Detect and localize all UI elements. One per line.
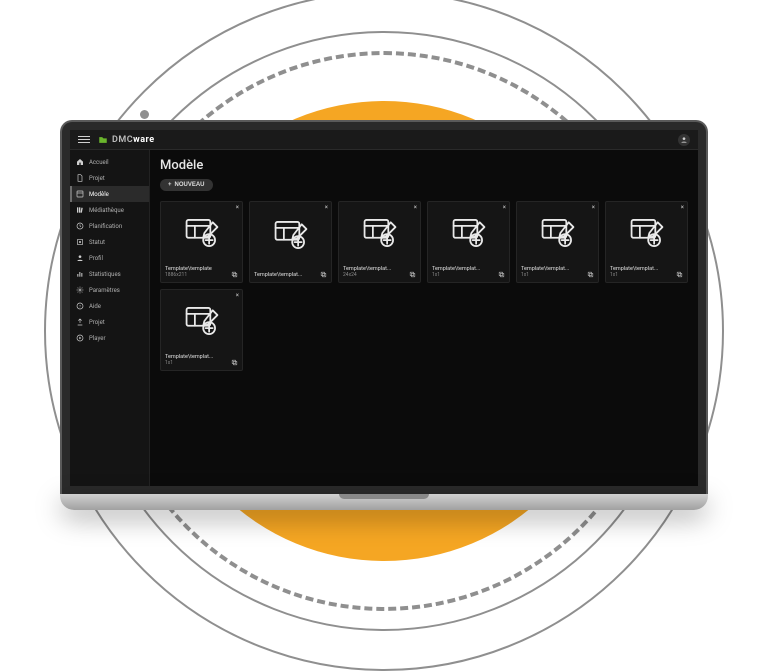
help-icon: ? — [76, 302, 84, 310]
user-icon — [76, 254, 84, 262]
sidebar-item-aide[interactable]: ? Aide — [70, 298, 149, 314]
library-icon — [76, 206, 84, 214]
new-button-label: NOUVEAU — [175, 182, 205, 188]
sidebar-item-statut[interactable]: Statut — [70, 234, 149, 250]
template-dimensions: 24x24 — [343, 272, 406, 278]
copy-icon[interactable] — [320, 271, 327, 278]
template-dimensions: 1886x211 — [165, 272, 228, 278]
plus-icon: + — [168, 182, 172, 188]
home-icon — [76, 158, 84, 166]
template-thumb — [339, 202, 420, 263]
template-thumb — [161, 290, 242, 351]
sidebar-item-profil[interactable]: Profil — [70, 250, 149, 266]
sidebar-label: Statistiques — [89, 271, 121, 278]
gear-icon — [76, 286, 84, 294]
sidebar-item-planification[interactable]: Planification — [70, 218, 149, 234]
topbar: DMCware — [70, 130, 698, 150]
sidebar-item-mediatheque[interactable]: Médiathèque — [70, 202, 149, 218]
close-icon[interactable]: × — [681, 204, 684, 211]
sidebar-label: Profil — [89, 255, 103, 262]
copy-icon[interactable] — [676, 271, 683, 278]
sidebar-label: Player — [89, 335, 105, 342]
close-icon[interactable]: × — [236, 204, 239, 211]
template-icon — [76, 190, 84, 198]
template-thumb — [606, 202, 687, 263]
copy-icon[interactable] — [409, 271, 416, 278]
sidebar-item-modele[interactable]: Modèle — [70, 186, 149, 202]
play-icon — [76, 334, 84, 342]
laptop-frame: DMCware Accueil Projet — [60, 120, 708, 510]
sidebar-label: Aide — [89, 303, 101, 310]
close-icon[interactable]: × — [236, 292, 239, 299]
template-card[interactable]: × Template\templat... 1x1 — [160, 289, 243, 371]
close-icon[interactable]: × — [414, 204, 417, 211]
sidebar-item-projet-2[interactable]: Projet — [70, 314, 149, 330]
chart-icon — [76, 270, 84, 278]
sidebar-label: Paramètres — [89, 287, 120, 294]
new-template-button[interactable]: + NOUVEAU — [160, 179, 213, 191]
sidebar-label: Planification — [89, 223, 122, 230]
template-name: Template\templat... — [254, 272, 317, 278]
sidebar-label: Accueil — [89, 159, 109, 166]
template-thumb — [250, 202, 331, 268]
sidebar-label: Médiathèque — [89, 207, 124, 214]
template-dimensions: 1x1 — [432, 272, 495, 278]
app-screen: DMCware Accueil Projet — [70, 130, 698, 486]
copy-icon[interactable] — [498, 271, 505, 278]
template-card[interactable]: × Template\templat... 24x24 — [338, 201, 421, 283]
sidebar-item-player[interactable]: Player — [70, 330, 149, 346]
close-icon[interactable]: × — [592, 204, 595, 211]
main-content: Modèle + NOUVEAU × Template\template 188… — [150, 150, 698, 486]
laptop-base — [60, 494, 708, 510]
template-dimensions: 1x1 — [521, 272, 584, 278]
sidebar: Accueil Projet Modèle Médiathèque — [70, 150, 150, 486]
sidebar-item-parametres[interactable]: Paramètres — [70, 282, 149, 298]
logo-icon — [98, 135, 108, 145]
sidebar-label: Projet — [89, 319, 105, 326]
copy-icon[interactable] — [231, 271, 238, 278]
upload-icon — [76, 318, 84, 326]
sidebar-label: Modèle — [89, 191, 109, 198]
template-card[interactable]: × Template\templat... — [249, 201, 332, 283]
page-title: Modèle — [160, 158, 688, 173]
file-icon — [76, 174, 84, 182]
sidebar-label: Projet — [89, 175, 105, 182]
sidebar-item-statistiques[interactable]: Statistiques — [70, 266, 149, 282]
template-card[interactable]: × Template\templat... 1x1 — [516, 201, 599, 283]
template-card[interactable]: × Template\templat... 1x1 — [605, 201, 688, 283]
template-dimensions: 1x1 — [610, 272, 673, 278]
template-card[interactable]: × Template\templat... 1x1 — [427, 201, 510, 283]
sidebar-item-accueil[interactable]: Accueil — [70, 154, 149, 170]
copy-icon[interactable] — [587, 271, 594, 278]
sidebar-label: Statut — [89, 239, 105, 246]
status-icon — [76, 238, 84, 246]
sidebar-item-projet[interactable]: Projet — [70, 170, 149, 186]
copy-icon[interactable] — [231, 359, 238, 366]
account-icon[interactable] — [678, 134, 690, 146]
template-dimensions: 1x1 — [165, 360, 228, 366]
logo: DMCware — [98, 135, 155, 145]
logo-text: DMCware — [112, 135, 155, 145]
clock-icon — [76, 222, 84, 230]
template-thumb — [161, 202, 242, 263]
close-icon[interactable]: × — [503, 204, 506, 211]
hamburger-menu-icon[interactable] — [78, 134, 90, 146]
template-thumb — [517, 202, 598, 263]
template-card[interactable]: × Template\template 1886x211 — [160, 201, 243, 283]
template-grid: × Template\template 1886x211 × Template\… — [160, 201, 688, 371]
close-icon[interactable]: × — [325, 204, 328, 211]
svg-text:?: ? — [79, 304, 81, 308]
template-thumb — [428, 202, 509, 263]
